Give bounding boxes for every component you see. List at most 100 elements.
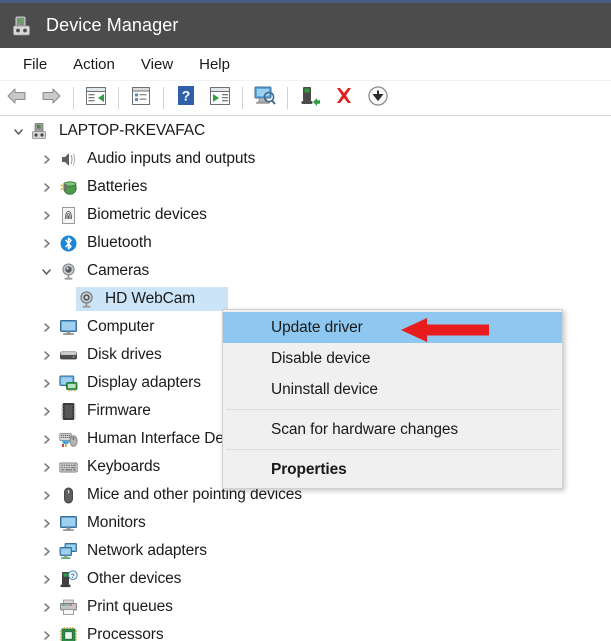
context-menu-separator: [226, 409, 559, 410]
tree-node-network-adapters[interactable]: Network adapters: [0, 537, 611, 565]
chevron-right-icon[interactable]: [40, 209, 53, 222]
ctx-uninstall-device[interactable]: Uninstall device: [223, 374, 562, 405]
tree-node-cameras[interactable]: Cameras: [0, 257, 611, 285]
red-left-arrow-annotation: [401, 317, 489, 343]
tree-node-label: Display adapters: [87, 374, 201, 391]
chevron-right-icon[interactable]: [40, 461, 53, 474]
chevron-right-icon[interactable]: [40, 181, 53, 194]
menu-action[interactable]: Action: [62, 53, 126, 76]
keyboard-icon: [58, 457, 79, 478]
toolbar-separator: [118, 87, 119, 109]
toolbar-uninstall-button[interactable]: [329, 85, 359, 111]
chevron-down-icon[interactable]: [40, 265, 53, 278]
camera-device-icon: [76, 289, 97, 310]
back-arrow-icon: [6, 87, 28, 110]
toolbar-scan-button[interactable]: [250, 85, 280, 111]
chevron-right-icon[interactable]: [40, 601, 53, 614]
scan-hardware-changes-icon: [253, 85, 277, 112]
toolbar-enable-device-button[interactable]: [295, 85, 325, 111]
tree-node-label: HD WebCam: [105, 290, 196, 307]
tree-node-processors[interactable]: Processors: [0, 621, 611, 641]
menu-help[interactable]: Help: [188, 53, 241, 76]
tree-node-print-queues[interactable]: Print queues: [0, 593, 611, 621]
tree-node-label: Audio inputs and outputs: [87, 150, 256, 167]
firmware-chip-icon: [58, 401, 79, 422]
chevron-right-icon[interactable]: [40, 573, 53, 586]
menu-file[interactable]: File: [12, 53, 58, 76]
network-adapter-icon: [58, 541, 79, 562]
device-manager-icon: [11, 14, 35, 38]
tree-node-label: Processors: [87, 626, 164, 641]
ctx-item-label: Scan for hardware changes: [271, 420, 459, 438]
chevron-right-icon[interactable]: [40, 153, 53, 166]
ctx-update-driver[interactable]: Update driver: [223, 312, 562, 343]
tree-node-label: Keyboards: [87, 458, 161, 475]
show-hide-console-tree-icon: [85, 86, 107, 111]
chevron-right-icon[interactable]: [40, 545, 53, 558]
toolbar: ?: [0, 81, 611, 116]
toolbar-show-tree-button[interactable]: [81, 85, 111, 111]
display-adapter-icon: [58, 373, 79, 394]
mouse-icon: [58, 485, 79, 506]
camera-icon: [58, 261, 79, 282]
tree-node-label: Cameras: [87, 262, 150, 279]
chevron-right-icon[interactable]: [40, 517, 53, 530]
chevron-right-icon[interactable]: [40, 433, 53, 446]
chevron-down-icon[interactable]: [12, 125, 25, 138]
tree-node-laptop[interactable]: LAPTOP-RKEVAFAC: [0, 117, 611, 145]
tree-node-label: Bluetooth: [87, 234, 152, 251]
hid-icon: [58, 429, 79, 450]
chevron-right-icon[interactable]: [40, 405, 53, 418]
tree-node-bluetooth[interactable]: Bluetooth: [0, 229, 611, 257]
ctx-properties[interactable]: Properties: [223, 454, 562, 485]
chevron-right-icon[interactable]: [40, 629, 53, 641]
disable-device-icon: [367, 85, 389, 112]
ctx-item-label: Disable device: [271, 349, 371, 367]
chevron-right-icon[interactable]: [40, 349, 53, 362]
printer-icon: [58, 597, 79, 618]
tree-node-monitors[interactable]: Monitors: [0, 509, 611, 537]
device-manager-window: Device Manager File Action View Help ? L…: [0, 0, 611, 641]
battery-icon: [58, 177, 79, 198]
processor-icon: [58, 625, 79, 641]
svg-text:?: ?: [71, 573, 75, 580]
tree-node-label: Network adapters: [87, 542, 207, 559]
tree-node-label: Biometric devices: [87, 206, 207, 223]
tree-node-biometric[interactable]: Biometric devices: [0, 201, 611, 229]
toolbar-help-button[interactable]: ?: [171, 85, 201, 111]
ctx-item-label: Uninstall device: [271, 380, 378, 398]
tree-node-label: Other devices: [87, 570, 182, 587]
uninstall-device-icon: [333, 85, 355, 112]
ctx-item-label: Properties: [271, 460, 347, 478]
chevron-right-icon[interactable]: [40, 489, 53, 502]
chevron-right-icon[interactable]: [40, 321, 53, 334]
context-menu-separator: [226, 449, 559, 450]
toolbar-update-driver-button[interactable]: [205, 85, 235, 111]
bluetooth-icon: [58, 233, 79, 254]
toolbar-disable-device-button[interactable]: [363, 85, 393, 111]
help-icon: ?: [177, 85, 195, 111]
menu-view[interactable]: View: [130, 53, 184, 76]
tree-node-batteries[interactable]: Batteries: [0, 173, 611, 201]
tree-node-label: Print queues: [87, 598, 173, 615]
tree-node-label: Monitors: [87, 514, 146, 531]
context-menu[interactable]: Update driver Disable device Uninstall d…: [222, 309, 563, 489]
computer-root-icon: [30, 121, 51, 142]
tree-node-label: LAPTOP-RKEVAFAC: [59, 122, 206, 139]
toolbar-back-button[interactable]: [2, 85, 32, 111]
speaker-icon: [58, 149, 79, 170]
toolbar-forward-button[interactable]: [36, 85, 66, 111]
ctx-scan-hardware[interactable]: Scan for hardware changes: [223, 414, 562, 445]
chevron-right-icon[interactable]: [40, 237, 53, 250]
tree-node-audio[interactable]: Audio inputs and outputs: [0, 145, 611, 173]
disk-drive-icon: [58, 345, 79, 366]
update-driver-icon: [209, 86, 231, 111]
tree-node-label: Batteries: [87, 178, 148, 195]
forward-arrow-icon: [40, 87, 62, 110]
ctx-disable-device[interactable]: Disable device: [223, 343, 562, 374]
title-bar: Device Manager: [0, 3, 611, 48]
toolbar-separator: [287, 87, 288, 109]
tree-node-other-devices[interactable]: ? Other devices: [0, 565, 611, 593]
chevron-right-icon[interactable]: [40, 377, 53, 390]
toolbar-properties-button[interactable]: [126, 85, 156, 111]
